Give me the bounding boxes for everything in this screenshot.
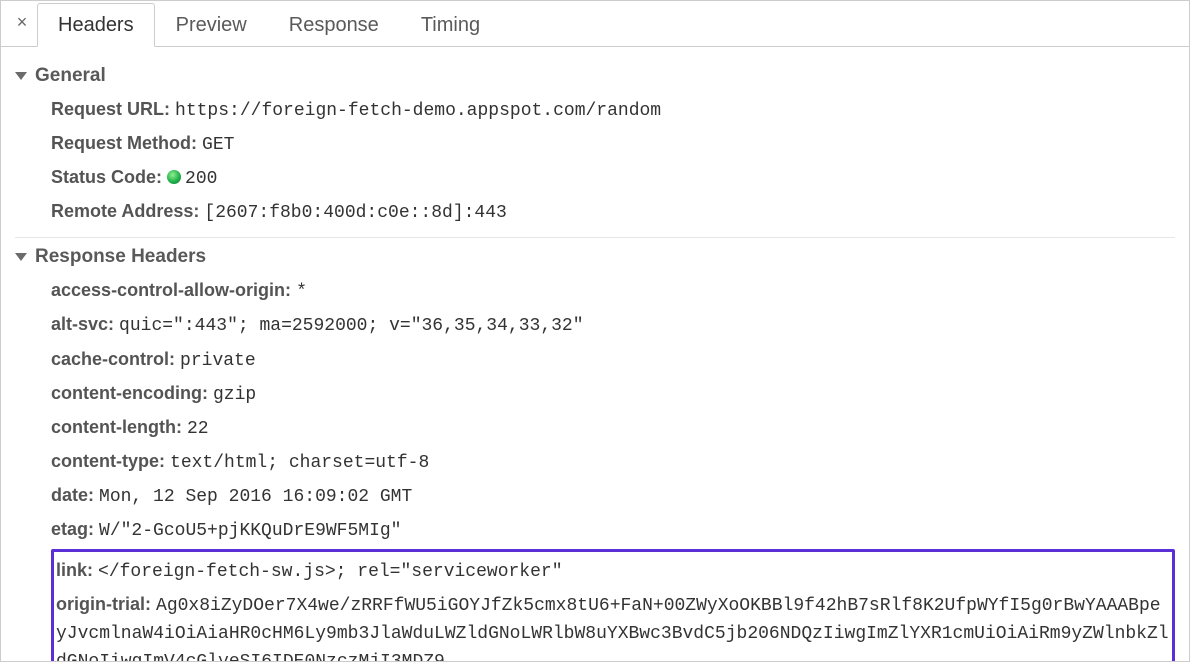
section-general: General Request URL: https://foreign-fet… — [15, 57, 1175, 238]
status-code-text: 200 — [185, 169, 217, 189]
row-remote-address: Remote Address: [2607:f8b0:400d:c0e::8d]… — [51, 195, 1175, 229]
label-alt-svc: alt-svc: — [51, 314, 114, 334]
label-status-code: Status Code: — [51, 167, 162, 187]
value-acao: * — [296, 282, 307, 302]
tabbar: × Headers Preview Response Timing — [1, 1, 1189, 47]
label-request-method: Request Method: — [51, 133, 197, 153]
chevron-down-icon — [15, 253, 27, 261]
section-response-headers-rows: access-control-allow-origin: * alt-svc: … — [15, 274, 1175, 661]
network-details-panel: × Headers Preview Response Timing Genera… — [0, 0, 1190, 662]
section-general-header[interactable]: General — [15, 61, 1175, 93]
status-dot-icon — [167, 170, 181, 184]
value-origin-trial: Ag0x8iZyDOer7X4we/zRRFfWU5iGOYJfZk5cmx8t… — [56, 596, 1169, 661]
row-content-length: content-length: 22 — [51, 411, 1175, 445]
label-cache-control: cache-control: — [51, 349, 175, 369]
value-request-url: https://foreign-fetch-demo.appspot.com/r… — [175, 101, 661, 121]
label-date: date: — [51, 485, 94, 505]
label-link: link: — [56, 560, 93, 580]
row-content-encoding: content-encoding: gzip — [51, 377, 1175, 411]
tab-preview[interactable]: Preview — [155, 3, 268, 47]
section-general-rows: Request URL: https://foreign-fetch-demo.… — [15, 93, 1175, 229]
value-date: Mon, 12 Sep 2016 16:09:02 GMT — [99, 487, 412, 507]
row-request-method: Request Method: GET — [51, 127, 1175, 161]
section-general-title: General — [35, 65, 106, 87]
row-alt-svc: alt-svc: quic=":443"; ma=2592000; v="36,… — [51, 308, 1175, 342]
tab-response[interactable]: Response — [268, 3, 400, 47]
value-alt-svc: quic=":443"; ma=2592000; v="36,35,34,33,… — [119, 316, 583, 336]
section-response-headers-title: Response Headers — [35, 246, 206, 268]
label-request-url: Request URL: — [51, 99, 170, 119]
section-response-headers: Response Headers access-control-allow-or… — [15, 238, 1175, 661]
headers-content: General Request URL: https://foreign-fet… — [1, 47, 1189, 661]
value-cache-control: private — [180, 351, 256, 371]
value-content-encoding: gzip — [213, 385, 256, 405]
tab-timing[interactable]: Timing — [400, 3, 501, 47]
value-etag: W/"2-GcoU5+pjKKQuDrE9WF5MIg" — [99, 521, 401, 541]
label-content-encoding: content-encoding: — [51, 383, 208, 403]
highlighted-headers: link: </foreign-fetch-sw.js>; rel="servi… — [51, 549, 1175, 661]
value-content-length: 22 — [187, 419, 209, 439]
chevron-down-icon — [15, 72, 27, 80]
label-content-type: content-type: — [51, 451, 165, 471]
row-request-url: Request URL: https://foreign-fetch-demo.… — [51, 93, 1175, 127]
row-acao: access-control-allow-origin: * — [51, 274, 1175, 308]
label-acao: access-control-allow-origin: — [51, 280, 291, 300]
tab-headers[interactable]: Headers — [37, 3, 155, 47]
label-remote-address: Remote Address: — [51, 201, 199, 221]
value-status-code: 200 — [167, 169, 217, 189]
section-response-headers-header[interactable]: Response Headers — [15, 242, 1175, 274]
row-cache-control: cache-control: private — [51, 343, 1175, 377]
value-link: </foreign-fetch-sw.js>; rel="servicework… — [98, 562, 562, 582]
row-origin-trial: origin-trial: Ag0x8iZyDOer7X4we/zRRFfWU5… — [56, 588, 1170, 661]
row-content-type: content-type: text/html; charset=utf-8 — [51, 445, 1175, 479]
close-icon[interactable]: × — [7, 12, 37, 35]
row-status-code: Status Code: 200 — [51, 161, 1175, 195]
label-etag: etag: — [51, 519, 94, 539]
value-content-type: text/html; charset=utf-8 — [170, 453, 429, 473]
value-request-method: GET — [202, 135, 234, 155]
row-etag: etag: W/"2-GcoU5+pjKKQuDrE9WF5MIg" — [51, 513, 1175, 547]
value-remote-address: [2607:f8b0:400d:c0e::8d]:443 — [204, 203, 506, 223]
row-link: link: </foreign-fetch-sw.js>; rel="servi… — [56, 554, 1170, 588]
label-content-length: content-length: — [51, 417, 182, 437]
row-date: date: Mon, 12 Sep 2016 16:09:02 GMT — [51, 479, 1175, 513]
label-origin-trial: origin-trial: — [56, 594, 151, 614]
